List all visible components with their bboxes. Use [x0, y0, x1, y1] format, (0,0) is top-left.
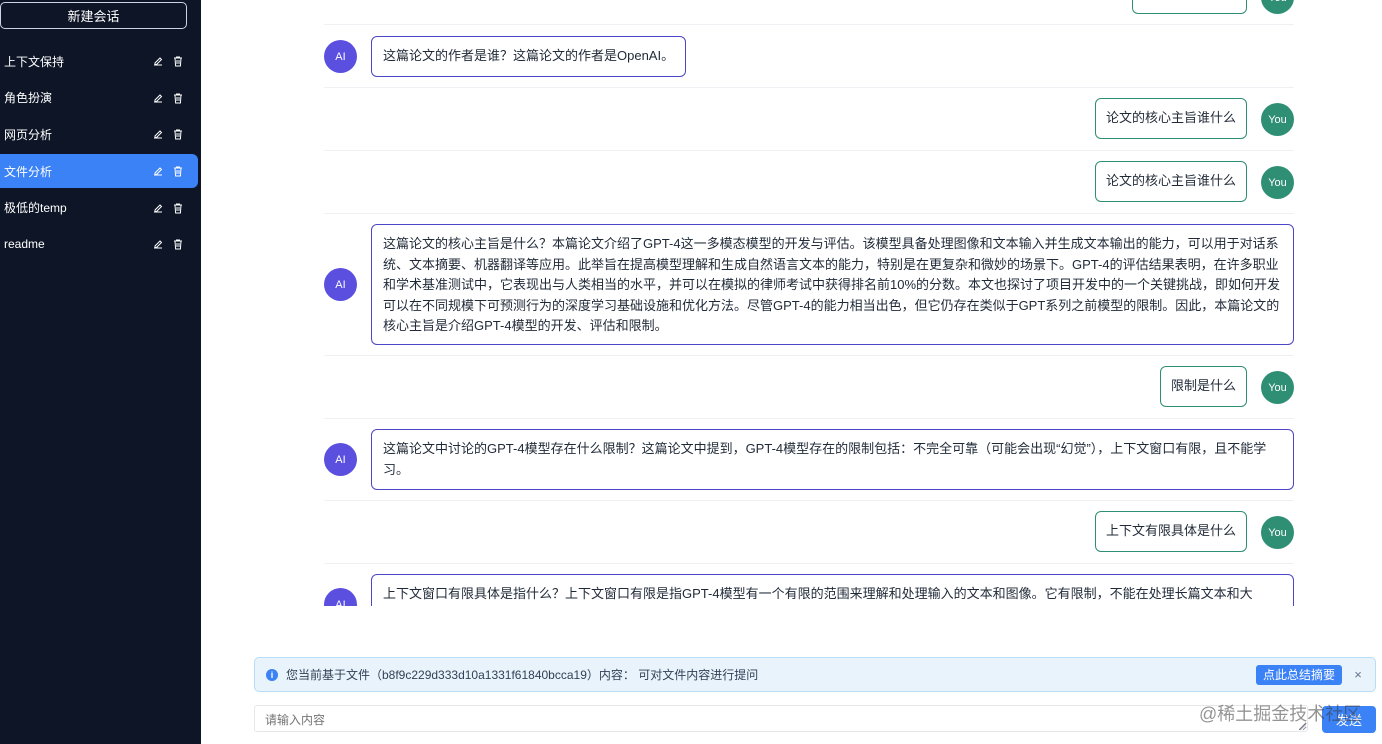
info-icon: i	[266, 668, 278, 681]
sidebar-item-label: 上下文保持	[4, 54, 65, 69]
trash-icon[interactable]	[172, 165, 184, 177]
sidebar-item-label: 极低的temp	[4, 201, 67, 216]
message-row: 限制是什么 You	[324, 355, 1294, 418]
ai-message-bubble: 这篇论文的核心主旨是什么？本篇论文介绍了GPT-4这一多模态模型的开发与评估。该…	[371, 224, 1294, 345]
sidebar-item-label: 网页分析	[4, 127, 53, 142]
user-message-bubble: 上下文有限具体是什么	[1094, 511, 1247, 552]
file-context-text: 您当前基于文件（b8f9c229d333d10a1331f61840bcca19…	[286, 668, 759, 682]
new-chat-button[interactable]: 新建会话	[0, 2, 187, 29]
sidebar-item-low-temp[interactable]: 极低的temp	[0, 191, 198, 225]
close-icon[interactable]: ×	[1352, 667, 1364, 682]
sidebar-item-file-analysis[interactable]: 文件分析	[0, 154, 198, 189]
ai-avatar: AI	[324, 443, 357, 476]
ai-message-bubble: 这篇论文的作者是谁？这篇论文的作者是OpenAI。	[371, 36, 687, 77]
summarize-button[interactable]: 点此总结摘要	[1255, 664, 1342, 685]
trash-icon[interactable]	[172, 128, 184, 140]
sidebar-item-readme[interactable]: readme	[0, 227, 198, 261]
chat-area: You AI 这篇论文的作者是谁？这篇论文的作者是OpenAI。 论文的核心主旨…	[201, 0, 1306, 606]
trash-icon[interactable]	[172, 238, 184, 250]
conversation-list: 上下文保持 角色扮演 网页分析 文件分析 极低的temp readme	[0, 44, 198, 264]
message-row: 论文的核心主旨谁什么 You	[324, 87, 1294, 150]
trash-icon[interactable]	[172, 92, 184, 104]
ai-avatar: AI	[324, 268, 357, 301]
sidebar-item-label: readme	[4, 237, 45, 252]
watermark: @稀土掘金技术社区	[1199, 704, 1362, 724]
user-message-bubble	[1132, 0, 1247, 14]
user-message-bubble: 论文的核心主旨谁什么	[1094, 98, 1247, 139]
trash-icon[interactable]	[172, 202, 184, 214]
sidebar-item-label: 文件分析	[4, 164, 53, 179]
message-row: AI 上下文窗口有限具体是指什么？上下文窗口有限是指GPT-4模型有一个有限的范…	[324, 563, 1294, 606]
message-row: 论文的核心主旨谁什么 You	[324, 150, 1294, 213]
edit-icon[interactable]	[152, 238, 164, 250]
message-input[interactable]	[254, 705, 1308, 732]
message-row: AI 这篇论文的核心主旨是什么？本篇论文介绍了GPT-4这一多模态模型的开发与评…	[324, 213, 1294, 355]
user-avatar: You	[1261, 371, 1294, 404]
sidebar-item-roleplay[interactable]: 角色扮演	[0, 81, 198, 115]
file-context-notice: i 您当前基于文件（b8f9c229d333d10a1331f61840bcca…	[254, 657, 1376, 692]
sidebar-item-label: 角色扮演	[4, 91, 53, 106]
edit-icon[interactable]	[152, 202, 164, 214]
ai-message-bubble: 这篇论文中讨论的GPT-4模型存在什么限制？这篇论文中提到，GPT-4模型存在的…	[371, 429, 1294, 490]
sidebar: 新建会话 上下文保持 角色扮演 网页分析 文件分析 极低的temp readme	[0, 0, 201, 744]
user-avatar: You	[1261, 0, 1294, 14]
ai-message-bubble: 上下文窗口有限具体是指什么？上下文窗口有限是指GPT-4模型有一个有限的范围来理…	[371, 574, 1294, 606]
edit-icon[interactable]	[152, 55, 164, 67]
message-row: AI 这篇论文的作者是谁？这篇论文的作者是OpenAI。	[324, 24, 1294, 87]
message-row: AI 这篇论文中讨论的GPT-4模型存在什么限制？这篇论文中提到，GPT-4模型…	[324, 418, 1294, 500]
sidebar-item-context[interactable]: 上下文保持	[0, 44, 198, 78]
user-message-bubble: 限制是什么	[1159, 366, 1247, 407]
sidebar-item-webpage[interactable]: 网页分析	[0, 117, 198, 151]
user-message-bubble: 论文的核心主旨谁什么	[1094, 161, 1247, 202]
user-avatar: You	[1261, 103, 1294, 136]
message-row: 上下文有限具体是什么 You	[324, 500, 1294, 563]
ai-avatar: AI	[324, 588, 357, 606]
edit-icon[interactable]	[152, 92, 164, 104]
edit-icon[interactable]	[152, 128, 164, 140]
user-avatar: You	[1261, 166, 1294, 199]
ai-avatar: AI	[324, 40, 357, 73]
trash-icon[interactable]	[172, 55, 184, 67]
user-avatar: You	[1261, 516, 1294, 549]
message-row: You	[324, 0, 1294, 25]
edit-icon[interactable]	[152, 165, 164, 177]
